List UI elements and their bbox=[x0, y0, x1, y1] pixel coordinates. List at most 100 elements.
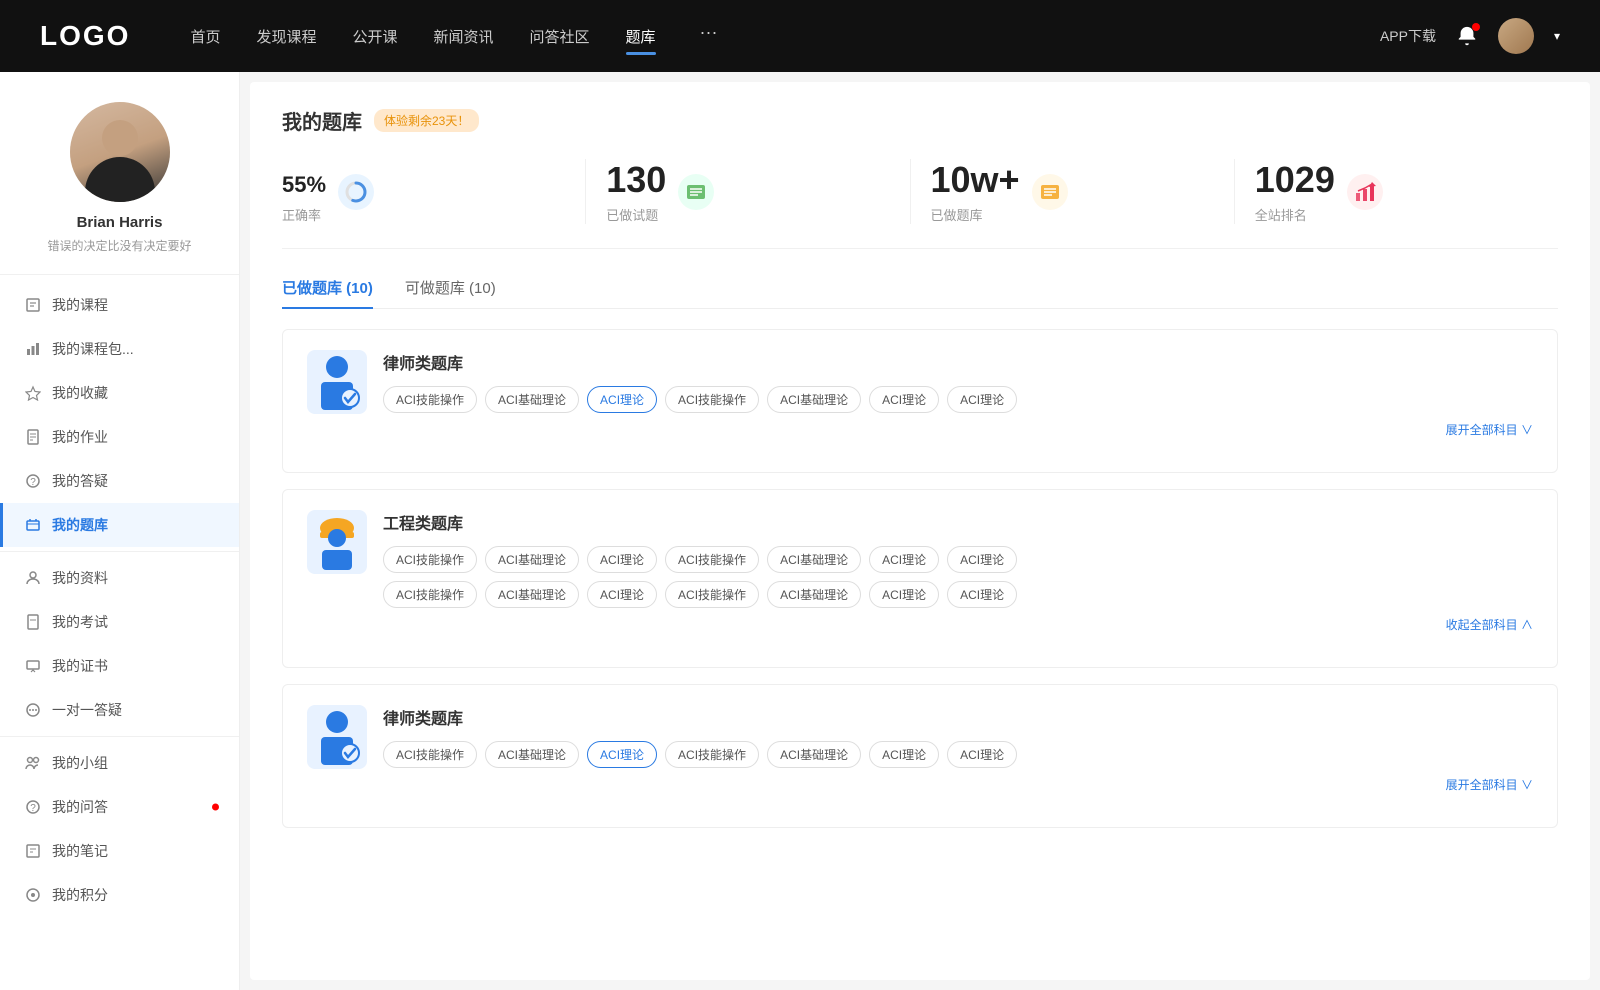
tag-item[interactable]: ACI基础理论 bbox=[767, 546, 861, 573]
tag-item[interactable]: ACI技能操作 bbox=[665, 546, 759, 573]
main-layout: Brian Harris 错误的决定比没有决定要好 我的课程 我的课程包... bbox=[0, 72, 1600, 990]
main-content: 我的题库 体验剩余23天！ 55% 正确率 bbox=[240, 72, 1600, 990]
tag-item[interactable]: ACI理论 bbox=[587, 546, 657, 573]
sidebar-item-my-points[interactable]: 我的积分 bbox=[0, 873, 239, 917]
nav-bank[interactable]: 题库 bbox=[626, 22, 656, 51]
tag-item[interactable]: ACI技能操作 bbox=[383, 546, 477, 573]
svg-text:?: ? bbox=[30, 477, 36, 488]
stat-done-banks: 10w+ 已做题库 bbox=[911, 159, 1235, 224]
notification-bell[interactable] bbox=[1456, 25, 1478, 47]
tag-item-active[interactable]: ACI理论 bbox=[587, 741, 657, 768]
tag-item[interactable]: ACI基础理论 bbox=[485, 386, 579, 413]
bank-title-1: 律师类题库 bbox=[383, 350, 1533, 374]
tag-item[interactable]: ACI理论 bbox=[947, 581, 1017, 608]
bank-card-1-header: 律师类题库 ACI技能操作 ACI基础理论 ACI理论 ACI技能操作 ACI基… bbox=[307, 350, 1533, 438]
bank-title-2: 工程类题库 bbox=[383, 510, 1533, 534]
trial-badge: 体验剩余23天！ bbox=[374, 109, 479, 132]
bank-2-collapse[interactable]: 收起全部科目 ∧ bbox=[383, 616, 1533, 633]
sidebar-item-my-questions[interactable]: ? 我的问答 bbox=[0, 785, 239, 829]
sidebar-label-my-profile: 我的资料 bbox=[52, 568, 108, 588]
done-banks-label: 已做题库 bbox=[931, 205, 1020, 224]
tag-item[interactable]: ACI理论 bbox=[587, 581, 657, 608]
points-icon bbox=[24, 886, 42, 904]
sidebar-item-my-bank[interactable]: 我的题库 bbox=[0, 503, 239, 547]
tag-item-active[interactable]: ACI理论 bbox=[587, 386, 657, 413]
tabs-bar: 已做题库 (10) 可做题库 (10) bbox=[282, 277, 1558, 309]
avatar-dropdown-icon[interactable]: ▾ bbox=[1554, 29, 1560, 43]
tag-item[interactable]: ACI基础理论 bbox=[485, 741, 579, 768]
sidebar-item-my-profile[interactable]: 我的资料 bbox=[0, 556, 239, 600]
bank-card-2-header: 工程类题库 ACI技能操作 ACI基础理论 ACI理论 ACI技能操作 ACI基… bbox=[307, 510, 1533, 633]
tag-item[interactable]: ACI理论 bbox=[869, 546, 939, 573]
nav-more[interactable]: ··· bbox=[700, 22, 718, 51]
sidebar: Brian Harris 错误的决定比没有决定要好 我的课程 我的课程包... bbox=[0, 72, 240, 990]
bank-2-tags-row2: ACI技能操作 ACI基础理论 ACI理论 ACI技能操作 ACI基础理论 AC… bbox=[383, 581, 1533, 608]
stats-row: 55% 正确率 130 已做试题 bbox=[282, 159, 1558, 249]
bank-2-tags-row1: ACI技能操作 ACI基础理论 ACI理论 ACI技能操作 ACI基础理论 AC… bbox=[383, 546, 1533, 573]
tag-item[interactable]: ACI理论 bbox=[947, 386, 1017, 413]
sidebar-item-my-qa[interactable]: ? 我的答疑 bbox=[0, 459, 239, 503]
tag-item[interactable]: ACI技能操作 bbox=[665, 386, 759, 413]
tag-item[interactable]: ACI技能操作 bbox=[383, 386, 477, 413]
notes-icon bbox=[24, 842, 42, 860]
tag-item[interactable]: ACI技能操作 bbox=[665, 741, 759, 768]
nav-news[interactable]: 新闻资讯 bbox=[434, 22, 494, 51]
sidebar-item-my-group[interactable]: 我的小组 bbox=[0, 741, 239, 785]
nav-home[interactable]: 首页 bbox=[190, 22, 220, 51]
tag-item[interactable]: ACI技能操作 bbox=[383, 741, 477, 768]
nav-open[interactable]: 公开课 bbox=[352, 22, 397, 51]
avatar[interactable] bbox=[1498, 18, 1534, 54]
tag-item[interactable]: ACI理论 bbox=[947, 546, 1017, 573]
sidebar-item-my-cert[interactable]: 我的证书 bbox=[0, 644, 239, 688]
profile-icon bbox=[24, 569, 42, 587]
chat-icon bbox=[24, 701, 42, 719]
sidebar-item-my-package[interactable]: 我的课程包... bbox=[0, 327, 239, 371]
tag-item[interactable]: ACI技能操作 bbox=[665, 581, 759, 608]
tag-item[interactable]: ACI基础理论 bbox=[767, 386, 861, 413]
avatar-image bbox=[70, 102, 170, 202]
cert-icon bbox=[24, 657, 42, 675]
tag-item[interactable]: ACI基础理论 bbox=[767, 581, 861, 608]
sidebar-label-my-course: 我的课程 bbox=[52, 295, 108, 315]
sidebar-item-my-favorites[interactable]: 我的收藏 bbox=[0, 371, 239, 415]
nav-discover[interactable]: 发现课程 bbox=[256, 22, 316, 51]
tag-item[interactable]: ACI基础理论 bbox=[485, 546, 579, 573]
content-inner: 我的题库 体验剩余23天！ 55% 正确率 bbox=[250, 82, 1590, 980]
page-header: 我的题库 体验剩余23天！ bbox=[282, 106, 1558, 135]
tag-item[interactable]: ACI技能操作 bbox=[383, 581, 477, 608]
profile-section: Brian Harris 错误的决定比没有决定要好 bbox=[0, 72, 239, 275]
bank-icon-lawyer-1 bbox=[307, 350, 367, 414]
tag-item[interactable]: ACI理论 bbox=[869, 741, 939, 768]
tag-item[interactable]: ACI基础理论 bbox=[485, 581, 579, 608]
tag-item[interactable]: ACI理论 bbox=[947, 741, 1017, 768]
app-download-button[interactable]: APP下载 bbox=[1380, 26, 1436, 46]
sidebar-label-my-group: 我的小组 bbox=[52, 753, 108, 773]
bank-icon bbox=[24, 516, 42, 534]
navbar: LOGO 首页 发现课程 公开课 新闻资讯 问答社区 题库 ··· APP下载 … bbox=[0, 0, 1600, 72]
rank-icon bbox=[1347, 174, 1383, 210]
sidebar-label-my-cert: 我的证书 bbox=[52, 656, 108, 676]
bank-1-expand[interactable]: 展开全部科目 ∨ bbox=[383, 421, 1533, 438]
sidebar-item-my-course[interactable]: 我的课程 bbox=[0, 283, 239, 327]
done-banks-icon bbox=[1032, 174, 1068, 210]
sidebar-item-my-homework[interactable]: 我的作业 bbox=[0, 415, 239, 459]
page-title: 我的题库 bbox=[282, 106, 362, 135]
bank-card-2: 工程类题库 ACI技能操作 ACI基础理论 ACI理论 ACI技能操作 ACI基… bbox=[282, 489, 1558, 668]
sidebar-label-one-on-one: 一对一答疑 bbox=[52, 700, 122, 720]
tag-item[interactable]: ACI理论 bbox=[869, 581, 939, 608]
nav-qa[interactable]: 问答社区 bbox=[530, 22, 590, 51]
bank-3-expand[interactable]: 展开全部科目 ∨ bbox=[383, 776, 1533, 793]
sidebar-label-my-qa: 我的答疑 bbox=[52, 471, 108, 491]
tag-item[interactable]: ACI理论 bbox=[869, 386, 939, 413]
tab-done[interactable]: 已做题库 (10) bbox=[282, 277, 373, 308]
rank-label: 全站排名 bbox=[1255, 205, 1335, 224]
profile-name: Brian Harris bbox=[20, 214, 219, 231]
tab-todo[interactable]: 可做题库 (10) bbox=[405, 277, 496, 308]
sidebar-item-my-notes[interactable]: 我的笔记 bbox=[0, 829, 239, 873]
sidebar-item-one-on-one[interactable]: 一对一答疑 bbox=[0, 688, 239, 732]
bank-card-1: 律师类题库 ACI技能操作 ACI基础理论 ACI理论 ACI技能操作 ACI基… bbox=[282, 329, 1558, 473]
sidebar-item-my-exam[interactable]: 我的考试 bbox=[0, 600, 239, 644]
logo[interactable]: LOGO bbox=[40, 20, 130, 52]
tag-item[interactable]: ACI基础理论 bbox=[767, 741, 861, 768]
qa-icon: ? bbox=[24, 472, 42, 490]
